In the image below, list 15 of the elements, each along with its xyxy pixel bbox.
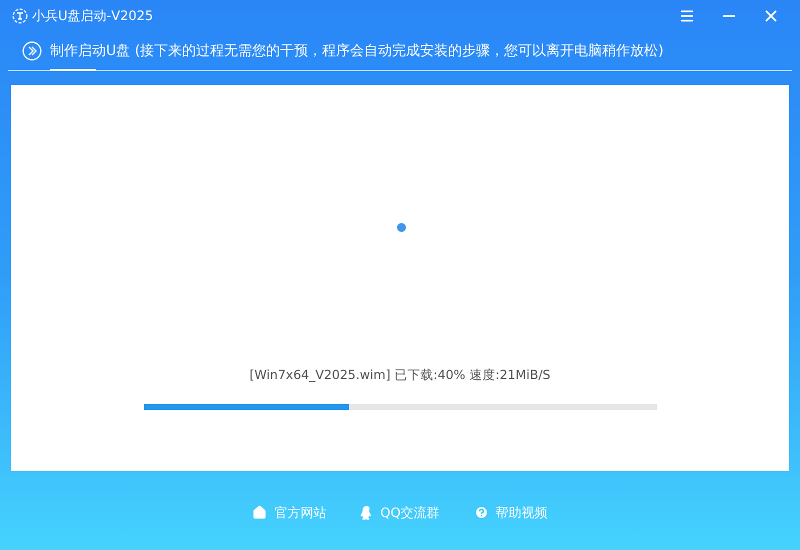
link-label: QQ交流群	[380, 504, 440, 522]
link-label: 官方网站	[274, 504, 326, 522]
penguin-icon	[360, 506, 374, 520]
download-status: [Win7x64_V2025.wim] 已下载:40% 速度:21MiB/S	[250, 367, 550, 384]
chevrons-right-icon	[22, 41, 42, 61]
tab[interactable]: 制作启动U盘 (接下来的过程无需您的干预，程序会自动完成安装的步骤，您可以离开电脑稍作放松)	[50, 42, 664, 60]
loading-dot	[396, 223, 406, 232]
logo-icon	[12, 8, 28, 24]
home-icon	[252, 505, 268, 520]
footer-link[interactable]: QQ交流群	[360, 504, 440, 522]
help-icon	[474, 505, 489, 520]
footer-link[interactable]: 帮助视频	[474, 504, 548, 522]
window-title: 小兵U盘启动-V2025	[32, 8, 154, 25]
footer-link[interactable]: 官方网站	[252, 504, 326, 522]
link-label: 帮助视频	[496, 504, 548, 522]
